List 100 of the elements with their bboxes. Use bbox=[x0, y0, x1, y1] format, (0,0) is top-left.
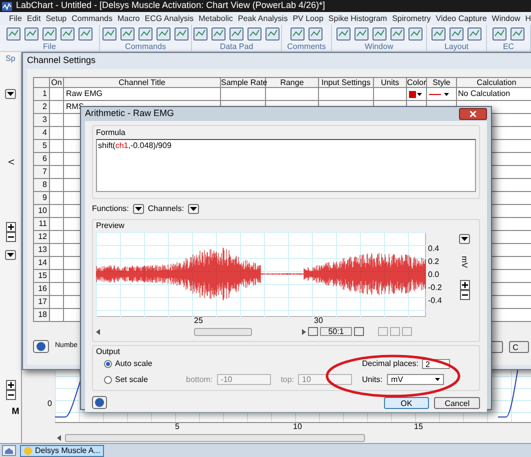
column-header[interactable]: Input Settings bbox=[318, 78, 374, 88]
row-number: 3 bbox=[34, 114, 50, 126]
scroll-left-icon[interactable] bbox=[57, 434, 61, 440]
scrollbar-thumb[interactable] bbox=[65, 434, 365, 442]
column-header[interactable]: Style bbox=[426, 78, 456, 88]
toolbar-icon[interactable] bbox=[336, 27, 350, 41]
menu-item[interactable]: Macro bbox=[118, 12, 140, 24]
toolbar-icon[interactable] bbox=[102, 27, 117, 41]
menu-item[interactable]: Edit bbox=[26, 12, 41, 24]
caret-icon bbox=[7, 92, 14, 96]
formula-field[interactable]: shift(ch1,-0.048)/909 bbox=[96, 138, 476, 192]
y-tick-label: -0.4 bbox=[428, 294, 442, 306]
column-header[interactable]: Color bbox=[406, 78, 426, 88]
units-dropdown[interactable]: mV bbox=[387, 374, 444, 385]
toolbar-group-label: EC bbox=[502, 43, 514, 51]
functions-dropdown[interactable] bbox=[132, 204, 144, 214]
color-swatch[interactable] bbox=[409, 90, 416, 98]
menu-item[interactable]: ECG Analysis bbox=[144, 12, 194, 24]
toolbar-icon[interactable] bbox=[492, 27, 507, 41]
toolbar-icon[interactable] bbox=[431, 27, 446, 41]
field-label: bottom: bbox=[186, 374, 213, 386]
column-header[interactable]: Units bbox=[374, 78, 406, 88]
column-header[interactable]: Channel Title bbox=[64, 78, 220, 88]
scale-dropdown[interactable] bbox=[459, 234, 470, 244]
radio-button[interactable] bbox=[104, 360, 112, 368]
line-style-icon[interactable] bbox=[427, 90, 451, 98]
help-icon[interactable] bbox=[92, 396, 107, 409]
zoom-in-button[interactable] bbox=[460, 280, 470, 290]
toolbar-icon[interactable] bbox=[265, 27, 280, 41]
zoom-out-button[interactable] bbox=[6, 232, 16, 242]
toolbar-icon[interactable] bbox=[229, 27, 244, 41]
zoom-in-button[interactable] bbox=[6, 380, 16, 390]
minus-icon bbox=[8, 234, 14, 240]
axis-unit-label: V bbox=[6, 159, 16, 165]
close-button[interactable] bbox=[459, 108, 487, 120]
toolbar-icon[interactable] bbox=[211, 27, 226, 41]
home-icon[interactable] bbox=[2, 445, 16, 456]
menu-item[interactable]: Spirometry bbox=[392, 12, 431, 24]
toolbar-icon[interactable] bbox=[308, 27, 323, 41]
toolbar-icon[interactable] bbox=[120, 27, 135, 41]
side-tab[interactable]: Sp bbox=[6, 54, 16, 64]
help-icon[interactable] bbox=[33, 340, 49, 353]
scroll-right-icon[interactable] bbox=[302, 328, 306, 334]
taskbar-button[interactable]: Delsys Muscle A... bbox=[20, 444, 104, 456]
scrollbar-thumb[interactable] bbox=[194, 328, 252, 336]
toolbar-group-label: Window bbox=[364, 43, 394, 51]
dialog-button[interactable]: Cancel bbox=[434, 396, 480, 408]
menu-item[interactable]: Video Capture bbox=[436, 12, 487, 24]
channel-menu-dropdown[interactable] bbox=[5, 89, 16, 99]
zoom-out-button[interactable] bbox=[6, 390, 16, 400]
dialog-button[interactable]: OK bbox=[384, 396, 430, 408]
menu-item[interactable]: Window bbox=[492, 12, 520, 24]
toolbar-icon[interactable] bbox=[78, 27, 93, 41]
toolbar-icon[interactable] bbox=[138, 27, 153, 41]
toolbar-icon[interactable] bbox=[290, 27, 305, 41]
column-header[interactable]: On bbox=[50, 78, 64, 88]
menu-item[interactable]: Spike Histogram bbox=[328, 12, 388, 24]
x-tick-label: 5 bbox=[175, 423, 180, 431]
toolbar-icon[interactable] bbox=[390, 27, 404, 41]
channels-dropdown[interactable] bbox=[188, 204, 199, 214]
scroll-left-icon[interactable] bbox=[96, 328, 100, 334]
toolbar-icon[interactable] bbox=[467, 27, 482, 41]
channel-menu-dropdown[interactable] bbox=[5, 250, 16, 260]
column-header[interactable]: Calculation bbox=[456, 78, 531, 88]
toolbar-icon[interactable] bbox=[193, 27, 208, 41]
menu-item[interactable]: File bbox=[9, 12, 22, 24]
menu-item[interactable]: H bbox=[525, 12, 531, 24]
toolbar-icon[interactable] bbox=[156, 27, 171, 41]
menu-item[interactable]: PV Loop bbox=[292, 12, 324, 24]
toolbar-icon[interactable] bbox=[354, 27, 368, 41]
zoom-in-button[interactable] bbox=[6, 222, 16, 232]
menu-item[interactable]: Setup bbox=[46, 12, 67, 24]
y-tick-label: 0.4 bbox=[428, 242, 440, 254]
toolbar-icon[interactable] bbox=[42, 27, 57, 41]
toolbar-icon[interactable] bbox=[24, 27, 39, 41]
marker-icon[interactable]: M bbox=[12, 406, 20, 416]
toolbar-icon[interactable] bbox=[408, 27, 422, 41]
axis-unit-label: mV bbox=[459, 256, 470, 268]
zoom-out-button[interactable] bbox=[460, 290, 470, 300]
toolbar-icon[interactable] bbox=[247, 27, 262, 41]
toolbar-icon[interactable] bbox=[372, 27, 386, 41]
menu-item[interactable]: Peak Analysis bbox=[238, 12, 288, 24]
partial-button[interactable]: C bbox=[508, 340, 529, 352]
channel-title[interactable]: Raw EMG bbox=[66, 89, 102, 98]
toolbar-icon[interactable] bbox=[174, 27, 189, 41]
row-number: 16 bbox=[34, 282, 50, 296]
menu-item[interactable]: Metabolic bbox=[198, 12, 233, 24]
toolbar-icon[interactable] bbox=[510, 27, 525, 41]
column-header[interactable]: Range bbox=[266, 78, 318, 88]
menu-item[interactable]: Commands bbox=[72, 12, 112, 24]
channels-label: Channels: bbox=[148, 202, 184, 214]
toolbar-icon[interactable] bbox=[6, 27, 21, 41]
field-label: Units: bbox=[362, 374, 384, 386]
toolbar-group-label: File bbox=[43, 43, 56, 51]
radio-button[interactable] bbox=[104, 376, 112, 384]
caret-icon[interactable] bbox=[417, 92, 422, 96]
dialog-title: Arithmetic - Raw EMG bbox=[85, 107, 174, 120]
toolbar-icon[interactable] bbox=[60, 27, 75, 41]
column-header[interactable]: Sample Rate bbox=[220, 78, 266, 88]
toolbar-icon[interactable] bbox=[449, 27, 464, 41]
